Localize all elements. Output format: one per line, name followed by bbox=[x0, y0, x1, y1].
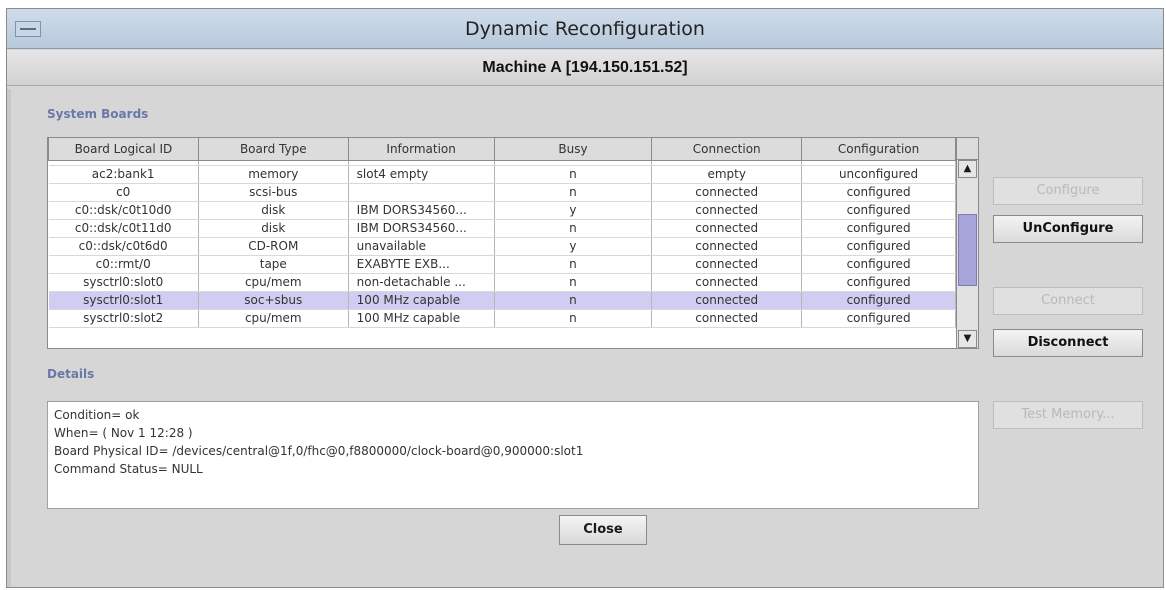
table-row[interactable]: sysctrl0:slot2 cpu/mem 100 MHz capable n con… bbox=[48, 309, 956, 328]
cell-board-logical-id: c0::rmt/0 bbox=[48, 255, 199, 274]
cell-board-logical-id: c0::dsk/c0t10d0 bbox=[48, 201, 199, 220]
cell-configuration: configured bbox=[801, 273, 956, 292]
col-header-board-logical-id[interactable]: Board Logical ID bbox=[48, 138, 199, 161]
table-row[interactable]: c0 scsi-bus n connected configured bbox=[48, 183, 956, 202]
cell-board-type: tape bbox=[198, 255, 349, 274]
cell-board-type: disk bbox=[198, 219, 349, 238]
cell-board-logical-id: c0::dsk/c0t6d0 bbox=[48, 237, 199, 256]
detail-condition: Condition= ok bbox=[54, 408, 140, 422]
cell-configuration: configured bbox=[801, 201, 956, 220]
cell-board-type: memory bbox=[198, 165, 349, 184]
cell-board-logical-id: c0 bbox=[48, 183, 199, 202]
scroll-header-corner bbox=[956, 138, 978, 160]
col-header-busy[interactable]: Busy bbox=[493, 138, 653, 161]
window-left-edge bbox=[7, 89, 11, 587]
col-header-information[interactable]: Information bbox=[347, 138, 495, 161]
scroll-down-icon[interactable]: ▼ bbox=[958, 330, 977, 348]
cell-information bbox=[348, 183, 495, 202]
cell-board-type: CD-ROM bbox=[198, 237, 349, 256]
disconnect-button[interactable]: Disconnect bbox=[993, 329, 1143, 357]
table-header-row: Board Logical ID Board Type Information … bbox=[48, 138, 956, 161]
table-row[interactable]: sysctrl0:slot0 cpu/mem non-detachable ... n… bbox=[48, 273, 956, 292]
col-header-configuration[interactable]: Configuration bbox=[801, 138, 956, 161]
machine-header: Machine A [194.150.151.52] bbox=[7, 50, 1163, 86]
cell-board-type: cpu/mem bbox=[198, 309, 349, 328]
cell-configuration: configured bbox=[801, 255, 956, 274]
dr-window: Dynamic Reconfiguration Machine A [194.1… bbox=[6, 8, 1164, 588]
table-row[interactable]: c0::dsk/c0t6d0 CD-ROM unavailable y connecte… bbox=[48, 237, 956, 256]
cell-connection: connected bbox=[651, 255, 803, 274]
cell-board-logical-id: sysctrl0:slot1 bbox=[48, 291, 199, 310]
cell-busy: n bbox=[494, 273, 653, 292]
cell-information: unavailable bbox=[348, 237, 495, 256]
system-boards-label: System Boards bbox=[47, 107, 149, 121]
detail-physical-id: Board Physical ID= /devices/central@1f,0… bbox=[54, 444, 584, 458]
cell-information: 100 MHz capable bbox=[348, 291, 495, 310]
cell-busy: n bbox=[494, 183, 653, 202]
cell-busy: y bbox=[494, 201, 653, 220]
cell-information: slot4 empty bbox=[348, 165, 495, 184]
cell-board-type: scsi-bus bbox=[198, 183, 349, 202]
table-row[interactable]: ac2:bank1 memory slot4 empty n empty unconfig… bbox=[48, 165, 956, 184]
machine-title: Machine A [194.150.151.52] bbox=[482, 59, 688, 76]
scroll-up-icon[interactable]: ▲ bbox=[958, 160, 977, 178]
details-label: Details bbox=[47, 367, 95, 381]
system-boards-table: Board Logical ID Board Type Information … bbox=[47, 137, 979, 349]
cell-information: IBM DORS34560... bbox=[348, 201, 495, 220]
cell-board-logical-id: sysctrl0:slot0 bbox=[48, 273, 199, 292]
cell-connection: connected bbox=[651, 183, 803, 202]
table-row[interactable]: c0::dsk/c0t10d0 disk IBM DORS34560... y conn… bbox=[48, 201, 956, 220]
col-header-board-type[interactable]: Board Type bbox=[197, 138, 349, 161]
cell-board-type: cpu/mem bbox=[198, 273, 349, 292]
table-row[interactable]: c0::dsk/c0t11d0 disk IBM DORS34560... n conn… bbox=[48, 219, 956, 238]
detail-command-status: Command Status= NULL bbox=[54, 462, 203, 476]
cell-connection: connected bbox=[651, 219, 803, 238]
cell-information: EXABYTE EXB... bbox=[348, 255, 495, 274]
cell-busy: n bbox=[494, 165, 653, 184]
window-title: Dynamic Reconfiguration bbox=[465, 18, 705, 40]
scroll-thumb[interactable] bbox=[958, 214, 977, 286]
cell-information: IBM DORS34560... bbox=[348, 219, 495, 238]
cell-board-type: disk bbox=[198, 201, 349, 220]
detail-when: When= ( Nov 1 12:28 ) bbox=[54, 426, 193, 440]
cell-connection: connected bbox=[651, 273, 803, 292]
cell-busy: n bbox=[494, 219, 653, 238]
table-scrollbar[interactable]: ▲ ▼ bbox=[956, 160, 978, 348]
details-panel: Condition= ok When= ( Nov 1 12:28 ) Boar… bbox=[47, 401, 979, 509]
cell-information: 100 MHz capable bbox=[348, 309, 495, 328]
cell-busy: y bbox=[494, 237, 653, 256]
cell-configuration: configured bbox=[801, 237, 956, 256]
cell-connection: connected bbox=[651, 291, 803, 310]
cell-busy: n bbox=[494, 255, 653, 274]
cell-board-logical-id: sysctrl0:slot2 bbox=[48, 309, 199, 328]
col-header-connection[interactable]: Connection bbox=[651, 138, 803, 161]
cell-busy: n bbox=[494, 309, 653, 328]
cell-connection: empty bbox=[651, 165, 803, 184]
cell-busy: n bbox=[494, 291, 653, 310]
cell-configuration: configured bbox=[801, 219, 956, 238]
table-row[interactable]: sysctrl0:slot1 soc+sbus 100 MHz capable n co… bbox=[48, 291, 956, 310]
cell-connection: connected bbox=[651, 309, 803, 328]
cell-configuration: unconfigured bbox=[801, 165, 956, 184]
cell-board-logical-id: c0::dsk/c0t11d0 bbox=[48, 219, 199, 238]
connect-button[interactable]: Connect bbox=[993, 287, 1143, 315]
cell-configuration: configured bbox=[801, 183, 956, 202]
cell-board-logical-id: ac2:bank1 bbox=[48, 165, 199, 184]
cell-configuration: configured bbox=[801, 291, 956, 310]
cell-board-type: soc+sbus bbox=[198, 291, 349, 310]
unconfigure-button[interactable]: UnConfigure bbox=[993, 215, 1143, 243]
cell-configuration: configured bbox=[801, 309, 956, 328]
cell-connection: connected bbox=[651, 237, 803, 256]
cell-connection: connected bbox=[651, 201, 803, 220]
title-bar[interactable]: Dynamic Reconfiguration bbox=[7, 9, 1163, 49]
table-row[interactable]: c0::rmt/0 tape EXABYTE EXB... n connected con… bbox=[48, 255, 956, 274]
test-memory-button[interactable]: Test Memory... bbox=[993, 401, 1143, 429]
cell-information: non-detachable ... bbox=[348, 273, 495, 292]
close-button[interactable]: Close bbox=[559, 515, 647, 545]
configure-button[interactable]: Configure bbox=[993, 177, 1143, 205]
